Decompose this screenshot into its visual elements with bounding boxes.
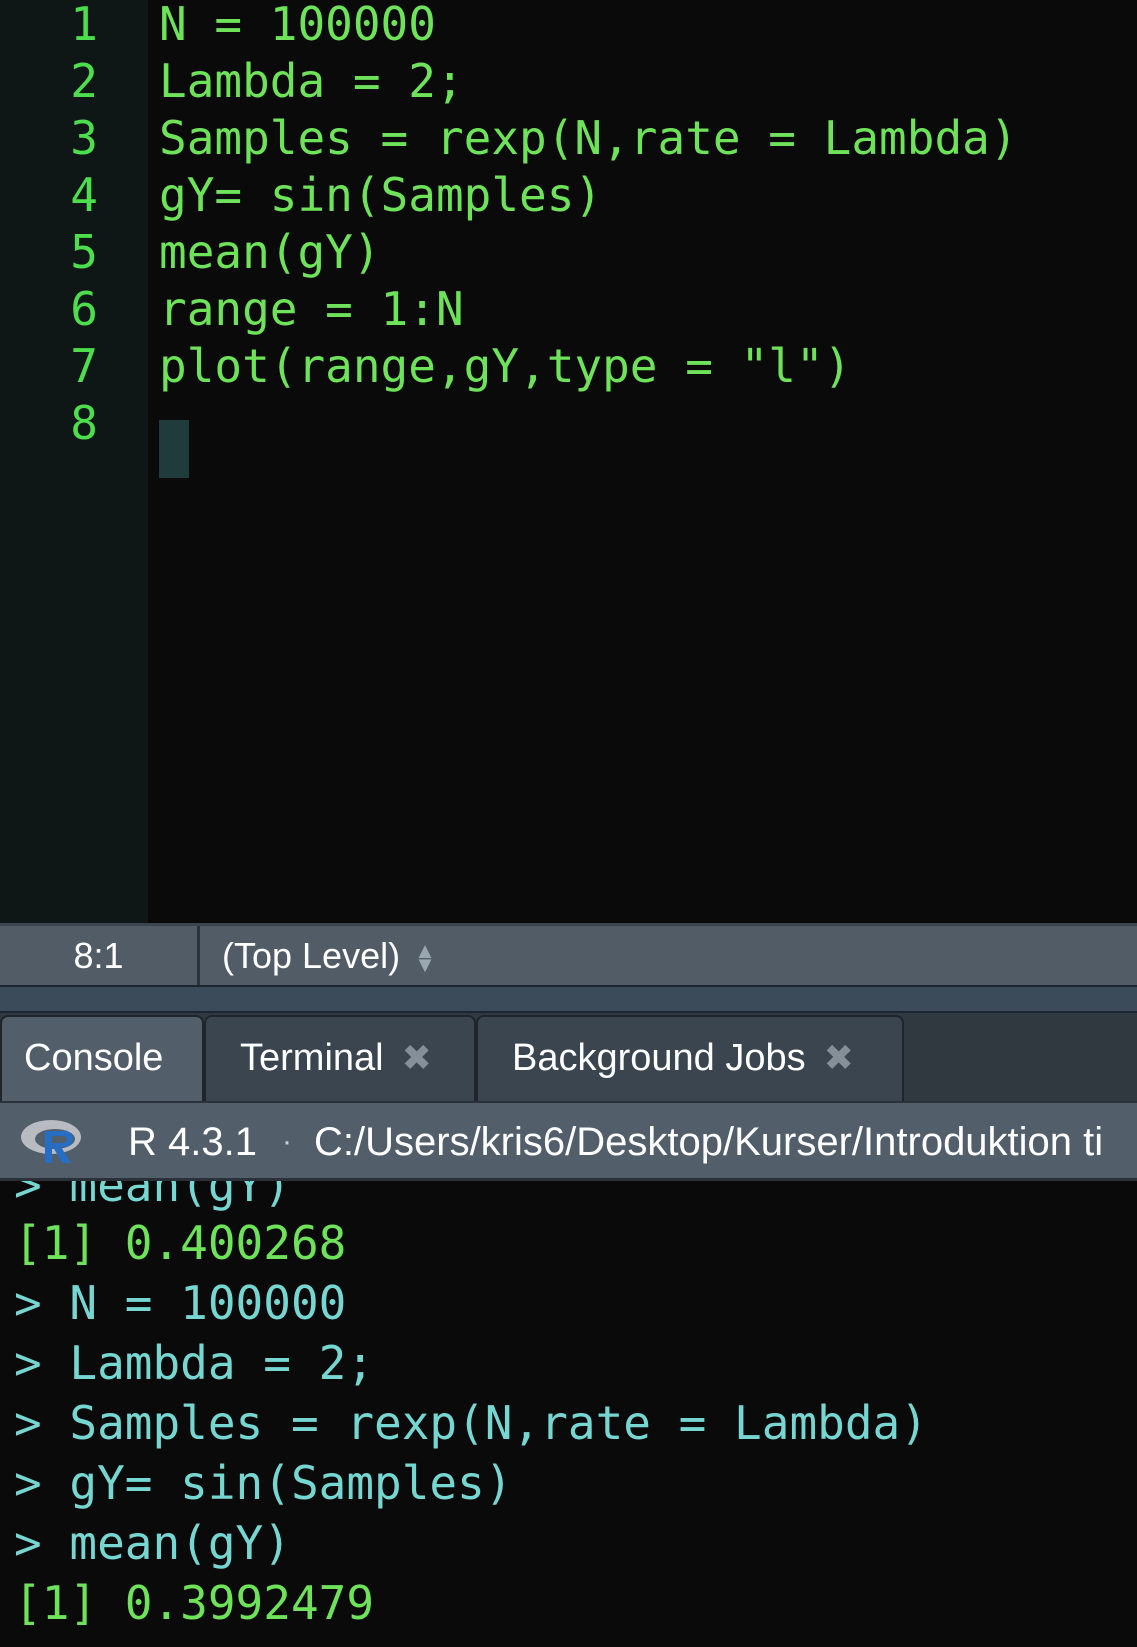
working-directory-link[interactable]: C:/Users/kris6/Desktop/Kurser/Introdukti… xyxy=(314,1103,1103,1178)
tab-console[interactable]: Console xyxy=(0,1015,204,1101)
pane-splitter[interactable] xyxy=(0,985,1137,1013)
close-icon[interactable]: ✖ xyxy=(402,1017,432,1099)
source-editor[interactable]: 1 2 3 4 5 6 7 8 N = 100000 Lambda = 2; S… xyxy=(0,0,1137,923)
console-line: [1] 0.400268 xyxy=(14,1216,347,1270)
line-number: 5 xyxy=(70,225,98,279)
code-line[interactable]: Lambda = 2; xyxy=(159,51,464,111)
tab-background-jobs[interactable]: Background Jobs ✖ xyxy=(476,1015,904,1101)
line-number: 7 xyxy=(70,339,98,393)
console-line: > Samples = rexp(N,rate = Lambda) xyxy=(14,1396,928,1450)
console-header: R 4.3.1 · C:/Users/kris6/Desktop/Kurser/… xyxy=(0,1101,1137,1181)
line-number: 4 xyxy=(70,168,98,222)
tab-label: Background Jobs xyxy=(512,1037,806,1079)
updown-arrows-icon: ▲ ▼ xyxy=(414,938,436,978)
line-number: 1 xyxy=(70,0,98,51)
r-version: R 4.3.1 xyxy=(128,1120,257,1164)
cursor-position: 8:1 xyxy=(0,926,200,985)
console-line: > Lambda = 2; xyxy=(14,1336,375,1390)
r-logo-icon xyxy=(21,1120,81,1163)
console-line: > mean(gY) xyxy=(14,1181,291,1212)
code-line[interactable]: N = 100000 xyxy=(159,0,436,54)
line-number: 8 xyxy=(70,396,98,450)
editor-status-bar: 8:1 (Top Level) ▲ ▼ xyxy=(0,923,1137,985)
console-line: > mean(gY) xyxy=(14,1516,291,1570)
line-number: 3 xyxy=(70,111,98,165)
code-line[interactable]: Samples = rexp(N,rate = Lambda) xyxy=(159,108,1018,168)
console-tab-bar: Console Terminal ✖ Background Jobs ✖ xyxy=(0,1013,1137,1101)
line-number-gutter: 1 2 3 4 5 6 7 8 xyxy=(0,0,148,923)
scope-selector[interactable]: (Top Level) ▲ ▼ xyxy=(222,926,436,985)
console-line: > gY= sin(Samples) xyxy=(14,1456,513,1510)
line-number: 2 xyxy=(70,54,98,108)
console-line: [1] 0.3992479 xyxy=(14,1576,375,1630)
tab-label: Terminal xyxy=(240,1037,384,1079)
close-icon[interactable]: ✖ xyxy=(824,1017,854,1099)
tab-label: Console xyxy=(24,1037,164,1079)
code-line[interactable]: range = 1:N xyxy=(159,279,464,339)
text-cursor xyxy=(159,420,189,478)
tab-terminal[interactable]: Terminal ✖ xyxy=(204,1015,476,1101)
code-line[interactable]: gY= sin(Samples) xyxy=(159,165,602,225)
code-line[interactable]: mean(gY) xyxy=(159,222,381,282)
line-number: 6 xyxy=(70,282,98,336)
console-line: > N = 100000 xyxy=(14,1276,347,1330)
separator: · xyxy=(282,1125,292,1158)
code-line[interactable]: plot(range,gY,type = "l") xyxy=(159,336,851,396)
scope-label: (Top Level) xyxy=(222,935,401,976)
console-output[interactable]: > mean(gY) [1] 0.400268 > N = 100000 > L… xyxy=(0,1181,1137,1647)
